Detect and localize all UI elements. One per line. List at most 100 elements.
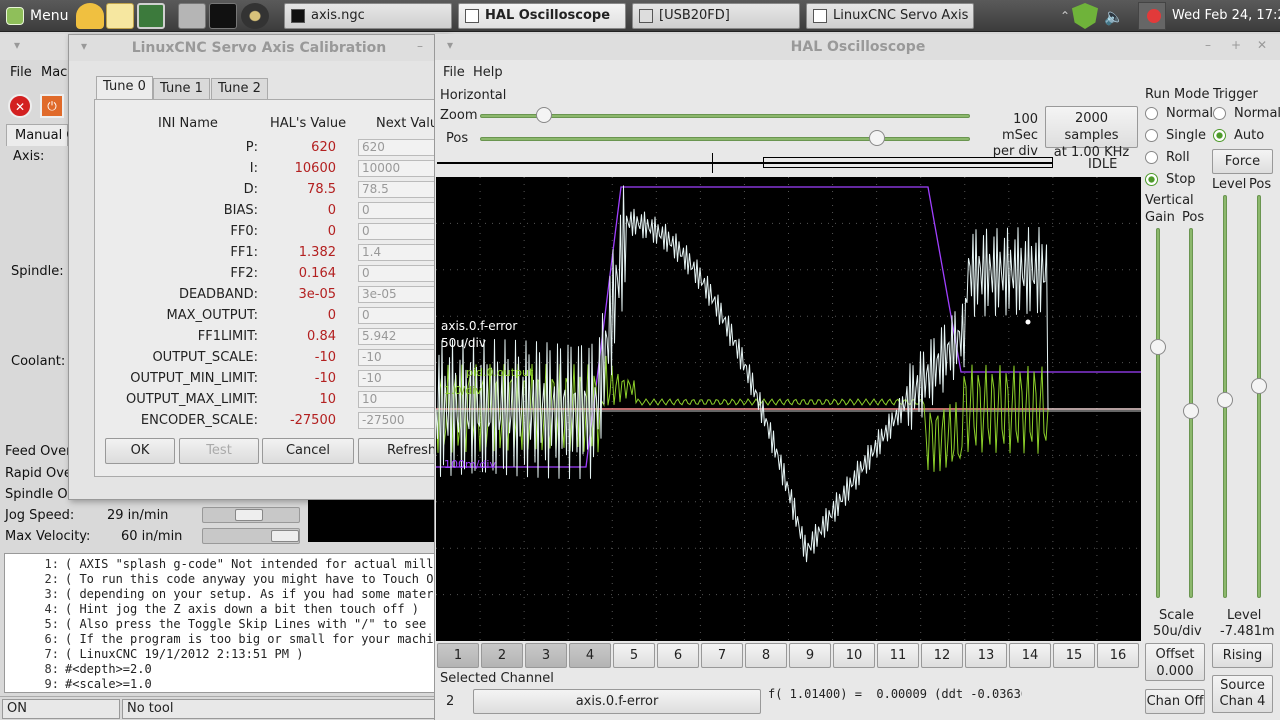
offset-button[interactable]: Offset 0.000 bbox=[1145, 643, 1205, 681]
task-servo-calibration[interactable]: LinuxCNC Servo Axis ... bbox=[806, 3, 974, 29]
channel-button-3[interactable]: 3 bbox=[525, 643, 567, 668]
refresh-button[interactable]: Refresh bbox=[358, 438, 436, 464]
gcode-line[interactable]: 2: ( To run this code anyway you might ha… bbox=[9, 572, 435, 587]
preview-canvas[interactable] bbox=[308, 500, 436, 542]
channel-button-4[interactable]: 4 bbox=[569, 643, 611, 668]
zoom-slider-knob[interactable] bbox=[535, 107, 552, 123]
tab-manual-control[interactable]: Manual C bbox=[6, 124, 75, 146]
param-next-input[interactable]: 10 bbox=[358, 391, 438, 408]
camera-icon[interactable] bbox=[241, 3, 269, 29]
radio-indicator[interactable] bbox=[1213, 129, 1226, 142]
force-button[interactable]: Force bbox=[1212, 149, 1273, 174]
channel-button-12[interactable]: 12 bbox=[921, 643, 963, 668]
terminal-icon[interactable] bbox=[209, 3, 237, 29]
radio-indicator[interactable] bbox=[1145, 107, 1158, 120]
gcode-line[interactable]: 6: ( If the program is too big or small f… bbox=[9, 632, 435, 647]
param-next-input[interactable]: 0 bbox=[358, 307, 438, 324]
run-mode-single[interactable]: Single bbox=[1145, 128, 1206, 148]
param-next-input[interactable]: -27500 bbox=[358, 412, 438, 429]
channel-button-6[interactable]: 6 bbox=[657, 643, 699, 668]
tux-icon[interactable] bbox=[76, 3, 104, 29]
radio-indicator[interactable] bbox=[1145, 129, 1158, 142]
test-button[interactable]: Test bbox=[179, 438, 259, 464]
channel-button-11[interactable]: 11 bbox=[877, 643, 919, 668]
zoom-slider[interactable] bbox=[480, 114, 970, 118]
tab-tune-1[interactable]: Tune 1 bbox=[153, 78, 210, 100]
param-next-input[interactable]: 5.942 bbox=[358, 328, 438, 345]
gcode-listing[interactable]: 1: ( AXIS "splash g-code" Not intended fo… bbox=[4, 553, 436, 693]
estop-icon[interactable]: ✕ bbox=[8, 94, 32, 118]
jog-speed-slider[interactable] bbox=[202, 507, 300, 523]
chevron-down-icon[interactable]: ▾ bbox=[81, 39, 87, 53]
display-window-marker[interactable] bbox=[763, 157, 1053, 168]
param-next-input[interactable]: -10 bbox=[358, 370, 438, 387]
param-next-input[interactable]: 0 bbox=[358, 202, 438, 219]
trigger-pos-knob[interactable] bbox=[1251, 378, 1267, 394]
param-next-input[interactable]: 620 bbox=[358, 139, 438, 156]
param-next-input[interactable]: 78.5 bbox=[358, 181, 438, 198]
channel-button-7[interactable]: 7 bbox=[701, 643, 743, 668]
cancel-button[interactable]: Cancel bbox=[262, 438, 354, 464]
gcode-line[interactable]: 8: #<depth>=2.0 bbox=[9, 662, 435, 677]
channel-button-9[interactable]: 9 bbox=[789, 643, 831, 668]
param-next-input[interactable]: 0 bbox=[358, 223, 438, 240]
gcode-line[interactable]: 3: ( depending on your setup. As if you h… bbox=[9, 587, 435, 602]
maximize-icon[interactable]: + bbox=[1231, 38, 1241, 52]
slider-knob[interactable] bbox=[235, 509, 263, 521]
channel-button-5[interactable]: 5 bbox=[613, 643, 655, 668]
max-velocity-slider[interactable] bbox=[202, 528, 300, 544]
source-button[interactable]: Source Chan 4 bbox=[1212, 675, 1273, 713]
radio-indicator[interactable] bbox=[1145, 173, 1158, 186]
gcode-line[interactable]: 5: ( Also press the Toggle Skip Lines wit… bbox=[9, 617, 435, 632]
minimize-icon[interactable]: – bbox=[1205, 38, 1211, 52]
gcode-line[interactable]: 9: #<scale>=1.0 bbox=[9, 677, 435, 692]
channel-button-8[interactable]: 8 bbox=[745, 643, 787, 668]
trigger-pos-slider[interactable] bbox=[1257, 195, 1261, 598]
channel-button-15[interactable]: 15 bbox=[1053, 643, 1095, 668]
text-editor-icon[interactable] bbox=[106, 3, 134, 29]
scope-display[interactable]: axis.0.f-error 50u/div pid.0.output 1.0/… bbox=[436, 177, 1141, 641]
gcode-line[interactable]: 1: ( AXIS "splash g-code" Not intended fo… bbox=[9, 557, 435, 572]
channel-button-10[interactable]: 10 bbox=[833, 643, 875, 668]
radio-indicator[interactable] bbox=[1213, 107, 1226, 120]
channel-button-2[interactable]: 2 bbox=[481, 643, 523, 668]
axis-menu-file[interactable]: File bbox=[10, 65, 32, 80]
vertical-gain-knob[interactable] bbox=[1150, 339, 1166, 355]
clock[interactable]: Wed Feb 24, 17:24 bbox=[1172, 0, 1280, 32]
vertical-pos-knob[interactable] bbox=[1183, 403, 1199, 419]
task-usb20fd[interactable]: [USB20FD] bbox=[632, 3, 800, 29]
tray-arrow-icon[interactable]: ⌃ bbox=[1060, 9, 1070, 23]
selected-channel-name[interactable]: axis.0.f-error bbox=[473, 689, 761, 714]
trigger-mode-normal[interactable]: Normal bbox=[1213, 106, 1280, 126]
update-shield-icon[interactable] bbox=[1072, 3, 1098, 29]
vertical-gain-slider[interactable] bbox=[1156, 228, 1160, 598]
channel-button-1[interactable]: 1 bbox=[437, 643, 479, 668]
samples-button[interactable]: 2000 samples at 1.00 KHz bbox=[1045, 106, 1138, 160]
run-mode-normal[interactable]: Normal bbox=[1145, 106, 1213, 126]
chevron-down-icon[interactable]: ▾ bbox=[14, 38, 20, 52]
network-icon[interactable] bbox=[1138, 2, 1166, 30]
tab-tune-2[interactable]: Tune 2 bbox=[211, 78, 268, 100]
param-next-input[interactable]: 1.4 bbox=[358, 244, 438, 261]
ok-button[interactable]: OK bbox=[105, 438, 175, 464]
menu-button[interactable]: Menu bbox=[4, 3, 68, 29]
run-mode-stop[interactable]: Stop bbox=[1145, 172, 1196, 192]
scope-menu-file[interactable]: File bbox=[443, 65, 465, 80]
run-mode-roll[interactable]: Roll bbox=[1145, 150, 1190, 170]
close-icon[interactable]: ✕ bbox=[1257, 38, 1267, 52]
gcode-line[interactable]: 4: ( Hint jog the Z axis down a bit then … bbox=[9, 602, 435, 617]
pos-slider-knob[interactable] bbox=[868, 130, 885, 146]
param-next-input[interactable]: 10000 bbox=[358, 160, 438, 177]
trigger-level-knob[interactable] bbox=[1217, 392, 1233, 408]
channel-button-14[interactable]: 14 bbox=[1009, 643, 1051, 668]
radio-indicator[interactable] bbox=[1145, 151, 1158, 164]
task-axis[interactable]: axis.ngc bbox=[284, 3, 452, 29]
tab-tune-0[interactable]: Tune 0 bbox=[96, 76, 153, 100]
scope-menu-help[interactable]: Help bbox=[473, 65, 503, 80]
param-next-input[interactable]: 0 bbox=[358, 265, 438, 282]
monitor-icon[interactable] bbox=[137, 3, 165, 29]
param-next-input[interactable]: 3e-05 bbox=[358, 286, 438, 303]
minimize-icon[interactable]: – bbox=[417, 39, 423, 53]
file-manager-icon[interactable] bbox=[178, 3, 206, 29]
channel-button-16[interactable]: 16 bbox=[1097, 643, 1139, 668]
